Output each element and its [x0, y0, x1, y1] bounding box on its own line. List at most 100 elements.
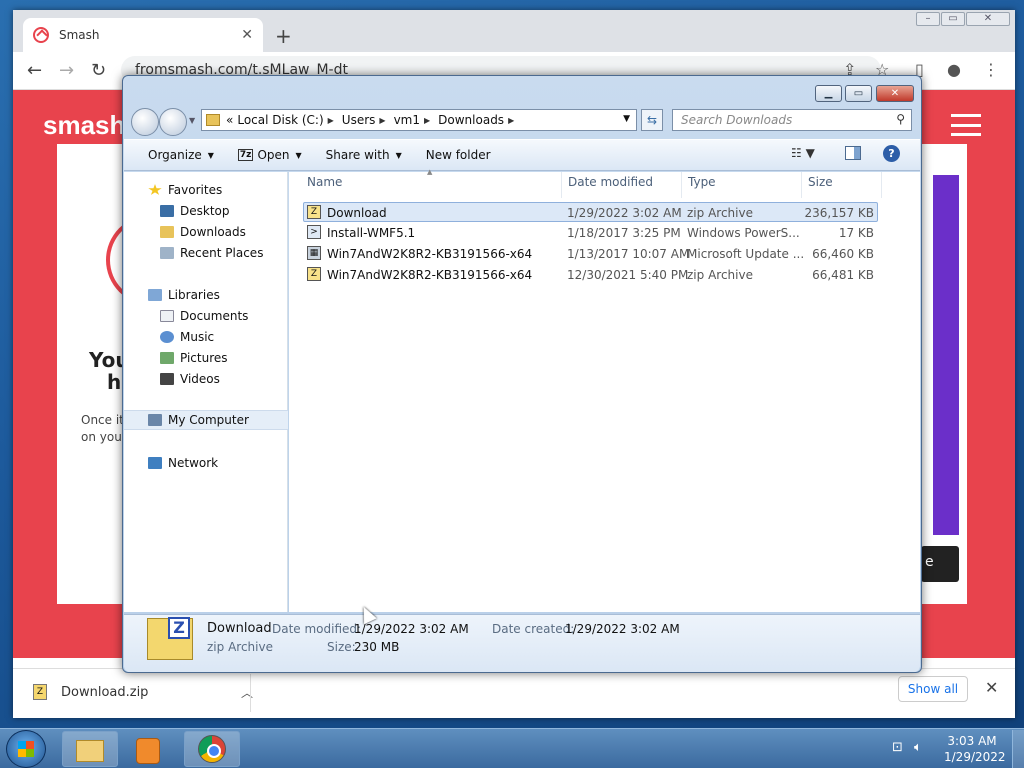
clock-date: 1/29/2022	[944, 750, 1006, 764]
nav-my-computer[interactable]: My Computer	[124, 410, 288, 430]
system-clock[interactable]: 3:03 AM 1/29/2022	[944, 733, 1006, 765]
crumb-separator-icon[interactable]: ▶	[379, 116, 385, 125]
details-created-label: Date created:	[492, 622, 575, 636]
open-button[interactable]: 7z Open ▼	[237, 148, 302, 162]
column-header-date[interactable]: Date modified	[568, 175, 653, 189]
recent-places-icon	[160, 247, 174, 259]
folder-icon	[76, 740, 104, 762]
media-player-icon	[136, 738, 160, 764]
tab-close-icon[interactable]: ✕	[241, 27, 253, 43]
file-size: 66,460 KB	[812, 247, 874, 261]
refresh-icon[interactable]: ⇆	[641, 109, 663, 131]
chrome-maximize-button[interactable]: ▭	[941, 12, 965, 26]
nav-recent-places[interactable]: Recent Places	[160, 243, 263, 263]
nav-label: Libraries	[168, 288, 220, 302]
column-header-type[interactable]: Type	[688, 175, 716, 189]
back-arrow-icon[interactable]: ←	[27, 60, 42, 81]
nav-label: Favorites	[168, 183, 223, 197]
nav-label: My Computer	[168, 413, 249, 427]
crumb-separator-icon[interactable]: ▶	[328, 116, 334, 125]
hamburger-menu-icon[interactable]	[951, 114, 981, 136]
nav-music[interactable]: Music	[160, 327, 214, 347]
file-name: Win7AndW2K8R2-KB3191566-x64	[327, 268, 533, 282]
action-button[interactable]: e	[921, 546, 959, 582]
nav-downloads[interactable]: Downloads	[160, 222, 246, 242]
address-breadcrumb[interactable]: « Local Disk (C:) ▶ Users ▶ vm1 ▶ Downlo…	[201, 109, 637, 131]
search-icon[interactable]: ⚲	[896, 112, 905, 126]
overflow-chevron-icon[interactable]: «	[226, 113, 233, 127]
nav-libraries[interactable]: Libraries	[148, 285, 220, 305]
help-icon[interactable]: ?	[883, 145, 900, 162]
nav-favorites[interactable]: Favorites	[148, 180, 222, 200]
file-row[interactable]: Z Download 1/29/2022 3:02 AM zip Archive…	[303, 202, 878, 222]
explorer-window: ▁ ▭ ✕ ▼ « Local Disk (C:) ▶ Users ▶ vm1 …	[122, 75, 922, 673]
menu-kebab-icon[interactable]: ⋮	[983, 60, 999, 79]
organize-button[interactable]: Organize ▼	[148, 148, 214, 162]
folder-icon	[206, 114, 220, 126]
nav-label: Downloads	[180, 225, 246, 239]
show-all-button[interactable]: Show all	[898, 676, 968, 702]
column-divider[interactable]	[801, 172, 802, 198]
details-size-value: 230 MB	[354, 640, 400, 654]
crumb-local-disk[interactable]: Local Disk (C:)	[237, 113, 323, 127]
reload-icon[interactable]: ↻	[91, 60, 106, 81]
download-item[interactable]: Z Download.zip ︿	[33, 677, 253, 707]
search-input[interactable]: Search Downloads ⚲	[672, 109, 912, 131]
explorer-close-button[interactable]: ✕	[876, 85, 914, 102]
forward-button[interactable]	[159, 108, 187, 136]
crumb-separator-icon[interactable]: ▶	[424, 116, 430, 125]
details-file-name: Download	[207, 621, 272, 636]
computer-icon	[148, 414, 162, 426]
dropdown-arrow-icon: ▼	[207, 150, 214, 160]
download-file-name: Download.zip	[61, 684, 149, 700]
new-tab-icon[interactable]: +	[275, 24, 292, 48]
file-row[interactable]: > Install-WMF5.1 1/18/2017 3:25 PM Windo…	[303, 223, 878, 243]
organize-label: Organize	[148, 148, 202, 162]
address-dropdown-icon[interactable]: ▼	[623, 114, 630, 124]
column-divider[interactable]	[881, 172, 882, 198]
zip-icon: Z	[307, 267, 321, 281]
smash-logo[interactable]: smash	[43, 110, 125, 141]
show-desktop-button[interactable]	[1012, 730, 1024, 768]
column-divider[interactable]	[681, 172, 682, 198]
crumb-users[interactable]: Users	[342, 113, 376, 127]
nav-videos[interactable]: Videos	[160, 369, 220, 389]
tab-title: Smash	[59, 28, 100, 42]
file-row[interactable]: Z Win7AndW2K8R2-KB3191566-x64 12/30/2021…	[303, 265, 878, 285]
music-icon	[160, 331, 174, 343]
smash-favicon-icon	[33, 27, 49, 43]
chrome-minimize-button[interactable]: –	[916, 12, 940, 26]
network-tray-icon[interactable]: ⊡	[892, 740, 903, 755]
profile-avatar-icon[interactable]: ●	[947, 60, 961, 79]
column-header-name[interactable]: Name	[307, 175, 342, 189]
nav-pictures[interactable]: Pictures	[160, 348, 228, 368]
column-divider[interactable]	[561, 172, 562, 198]
crumb-separator-icon[interactable]: ▶	[508, 116, 514, 125]
chevron-up-icon[interactable]: ︿	[241, 684, 253, 701]
videos-icon	[160, 373, 174, 385]
preview-pane-icon[interactable]	[845, 146, 861, 160]
new-folder-button[interactable]: New folder	[426, 148, 491, 162]
forward-arrow-icon[interactable]: →	[59, 60, 74, 81]
shelf-close-icon[interactable]: ✕	[985, 678, 998, 697]
explorer-minimize-button[interactable]: ▁	[815, 85, 842, 102]
recent-pages-dropdown-icon[interactable]: ▼	[189, 116, 195, 125]
file-date: 1/18/2017 3:25 PM	[567, 226, 681, 240]
start-button[interactable]	[6, 730, 46, 768]
back-button[interactable]	[131, 108, 159, 136]
view-options-icon[interactable]: ☷ ▼	[791, 146, 815, 160]
column-header-size[interactable]: Size	[808, 175, 833, 189]
nav-documents[interactable]: Documents	[160, 306, 248, 326]
nav-desktop[interactable]: Desktop	[160, 201, 230, 221]
file-row[interactable]: ▦ Win7AndW2K8R2-KB3191566-x64 1/13/2017 …	[303, 244, 878, 264]
crumb-downloads[interactable]: Downloads	[438, 113, 504, 127]
search-placeholder: Search Downloads	[681, 113, 793, 127]
explorer-maximize-button[interactable]: ▭	[845, 85, 872, 102]
share-with-button[interactable]: Share with ▼	[326, 148, 402, 162]
crumb-vm1[interactable]: vm1	[394, 113, 420, 127]
zip-icon: Z	[307, 205, 321, 219]
chrome-close-button[interactable]: ✕	[966, 12, 1010, 26]
tab-smash[interactable]: Smash ✕	[23, 18, 263, 52]
volume-tray-icon[interactable]: 🔈︎	[914, 740, 922, 755]
nav-network[interactable]: Network	[148, 453, 218, 473]
